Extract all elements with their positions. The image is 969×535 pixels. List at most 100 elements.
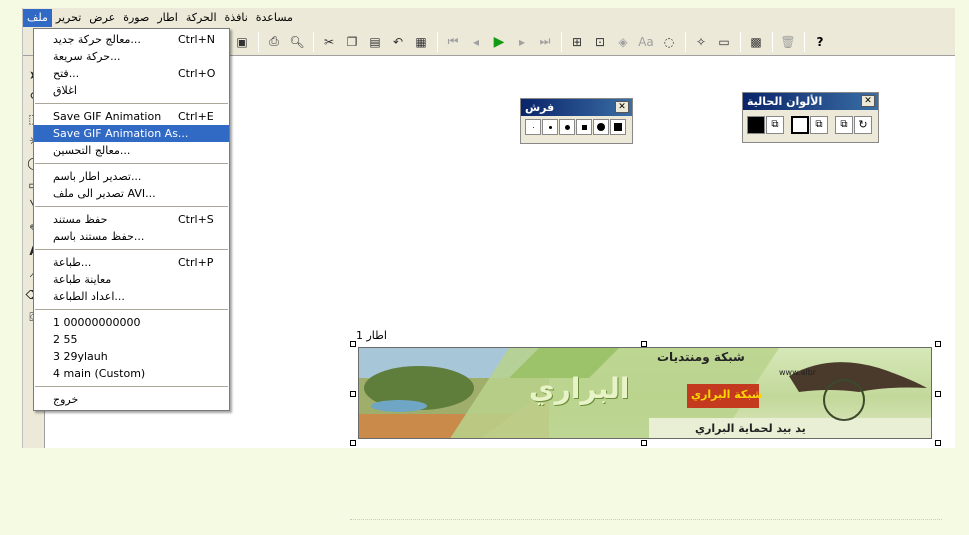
resize-handle[interactable] — [641, 341, 647, 347]
file-menu-item[interactable]: اعداد الطباعة... — [34, 288, 229, 305]
banner-image[interactable]: شبكة ومنتديات البراري شبكة البراري www.a… — [358, 347, 932, 439]
file-menu-item[interactable]: معاينة طباعة — [34, 271, 229, 288]
brush-list — [521, 116, 632, 138]
file-menu-item[interactable]: معالج التحسين... — [34, 142, 229, 159]
brush-palette-title[interactable]: فرش ✕ — [521, 99, 632, 116]
file-menu-item[interactable]: حفظ مستند Ctrl+S — [34, 211, 229, 228]
menu-frame[interactable]: اطار — [153, 9, 181, 27]
file-menu-item[interactable]: معالج حركة جديد... Ctrl+N — [34, 31, 229, 48]
file-menu-item[interactable]: تصدير اطار باسم... — [34, 168, 229, 185]
menu-window[interactable]: نافذة — [221, 9, 252, 27]
file-menu-item-shortcut: Ctrl+P — [178, 256, 214, 269]
print-icon[interactable]: ⎙ — [263, 31, 285, 53]
brush-size-3[interactable] — [559, 119, 575, 135]
file-menu-dropdown: معالج حركة جديد... Ctrl+N حركة سريعة... فتح… — [33, 28, 230, 411]
play-icon[interactable]: ▶ — [488, 31, 510, 53]
file-menu-item-label: حفظ مستند — [53, 213, 108, 226]
file-menu-item[interactable]: 4 main (Custom) — [34, 365, 229, 382]
file-menu-item[interactable]: طباعة... Ctrl+P — [34, 254, 229, 271]
menu-help[interactable]: مساعدة — [252, 9, 297, 27]
file-menu-item[interactable]: تصدير الى ملف AVI... — [34, 185, 229, 202]
background-color-swatch[interactable] — [791, 116, 809, 134]
cut-icon[interactable]: ✂ — [318, 31, 340, 53]
file-menu-item[interactable]: 3 29ylauh — [34, 348, 229, 365]
menu-separator — [35, 206, 228, 207]
frame-props-icon[interactable]: ▭ — [713, 31, 735, 53]
optimize-icon[interactable]: ▩ — [745, 31, 767, 53]
file-menu-item[interactable]: Save GIF Animation As... — [34, 125, 229, 142]
file-menu-item[interactable]: حفظ مستند باسم... — [34, 228, 229, 245]
brush-size-1[interactable] — [525, 119, 541, 135]
undo-icon[interactable]: ↶ — [387, 31, 409, 53]
lasso-icon[interactable]: ◌ — [658, 31, 680, 53]
menu-separator — [35, 386, 228, 387]
file-menu-item[interactable]: 1 00000000000 — [34, 314, 229, 331]
brush-palette: فرش ✕ — [520, 98, 633, 144]
file-menu-item[interactable]: خروج — [34, 391, 229, 408]
close-icon[interactable]: ✕ — [615, 101, 629, 113]
file-menu-item-label: معالج التحسين... — [53, 144, 131, 157]
menubar: ملف تحرير عرض صورة اطار الحركة نافذة مسا… — [23, 8, 955, 28]
next-frame-icon[interactable]: ▸ — [511, 31, 533, 53]
file-menu-item[interactable]: فتح... Ctrl+O — [34, 65, 229, 82]
effects-icon[interactable]: ✧ — [690, 31, 712, 53]
file-menu-item-label: معالج حركة جديد... — [53, 33, 141, 46]
delete-icon[interactable]: 🗑︎ — [777, 31, 799, 53]
layers-icon[interactable]: ◈ — [612, 31, 634, 53]
menu-animation[interactable]: الحركة — [182, 9, 221, 27]
menu-view[interactable]: عرض — [85, 9, 119, 27]
default-colors-icon[interactable]: ⧉ — [835, 116, 853, 134]
resize-handle[interactable] — [641, 440, 647, 446]
resize-handle[interactable] — [935, 440, 941, 446]
text-icon[interactable]: Aa — [635, 31, 657, 53]
close-icon[interactable]: ✕ — [861, 95, 875, 107]
paste-icon[interactable]: ▤ — [364, 31, 386, 53]
colors-palette-title[interactable]: الألوان الحالية ✕ — [743, 93, 878, 110]
swap-layers-icon[interactable]: ⧉ — [766, 116, 784, 134]
file-menu-item[interactable]: اغلاق — [34, 82, 229, 99]
crop-icon[interactable]: ⊞ — [566, 31, 588, 53]
file-menu-item-label: اعداد الطباعة... — [53, 290, 125, 303]
first-frame-icon[interactable]: ⏮ — [442, 31, 464, 53]
file-menu-item-label: معاينة طباعة — [53, 273, 112, 286]
toolbar-separator — [561, 31, 562, 52]
swap-colors-icon[interactable]: ↻ — [854, 116, 872, 134]
file-menu-item-label: حفظ مستند باسم... — [53, 230, 145, 243]
file-menu-item[interactable]: Save GIF Animation Ctrl+E — [34, 108, 229, 125]
brush-size-4[interactable] — [576, 119, 592, 135]
document-icon[interactable]: ▣ — [231, 31, 253, 53]
colors-list: ⧉ ⧉ ⧉ ↻ — [743, 110, 878, 137]
file-menu-item-label: حركة سريعة... — [53, 50, 121, 63]
previous-frame-icon[interactable]: ◂ — [465, 31, 487, 53]
file-menu-item-label: 2 55 — [53, 333, 78, 346]
toolbar-separator — [804, 31, 805, 52]
help-icon[interactable]: ? — [809, 31, 831, 53]
file-menu-item-label: 1 00000000000 — [53, 316, 141, 329]
brush-size-5[interactable] — [593, 119, 609, 135]
file-menu-item[interactable]: 2 55 — [34, 331, 229, 348]
resize-handle[interactable] — [350, 440, 356, 446]
copy-icon[interactable]: ❐ — [341, 31, 363, 53]
resize-handle[interactable] — [935, 391, 941, 397]
file-menu-item[interactable]: حركة سريعة... — [34, 48, 229, 65]
resize-handle[interactable] — [350, 391, 356, 397]
banner-bottom-text: يد بيد لحماية البراري — [695, 422, 806, 435]
brush-size-6[interactable] — [610, 119, 626, 135]
toolbar-separator — [740, 31, 741, 52]
clipboard-icon[interactable]: ▦ — [410, 31, 432, 53]
foreground-color-swatch[interactable] — [747, 116, 765, 134]
brush-size-2[interactable] — [542, 119, 558, 135]
resize-handle[interactable] — [350, 341, 356, 347]
menu-image[interactable]: صورة — [119, 9, 153, 27]
print-preview-icon[interactable]: 🔍︎ — [286, 31, 308, 53]
resize-icon[interactable]: ⊡ — [589, 31, 611, 53]
resize-handle[interactable] — [935, 341, 941, 347]
menu-edit[interactable]: تحرير — [52, 9, 85, 27]
transparent-color-icon[interactable]: ⧉ — [810, 116, 828, 134]
menu-file[interactable]: ملف — [23, 9, 52, 27]
file-menu-item-label: 4 main (Custom) — [53, 367, 146, 380]
banner-artwork — [359, 348, 931, 438]
last-frame-icon[interactable]: ⏭ — [534, 31, 556, 53]
brush-palette-title-text: فرش — [525, 101, 555, 114]
toolbar-separator — [313, 31, 314, 52]
